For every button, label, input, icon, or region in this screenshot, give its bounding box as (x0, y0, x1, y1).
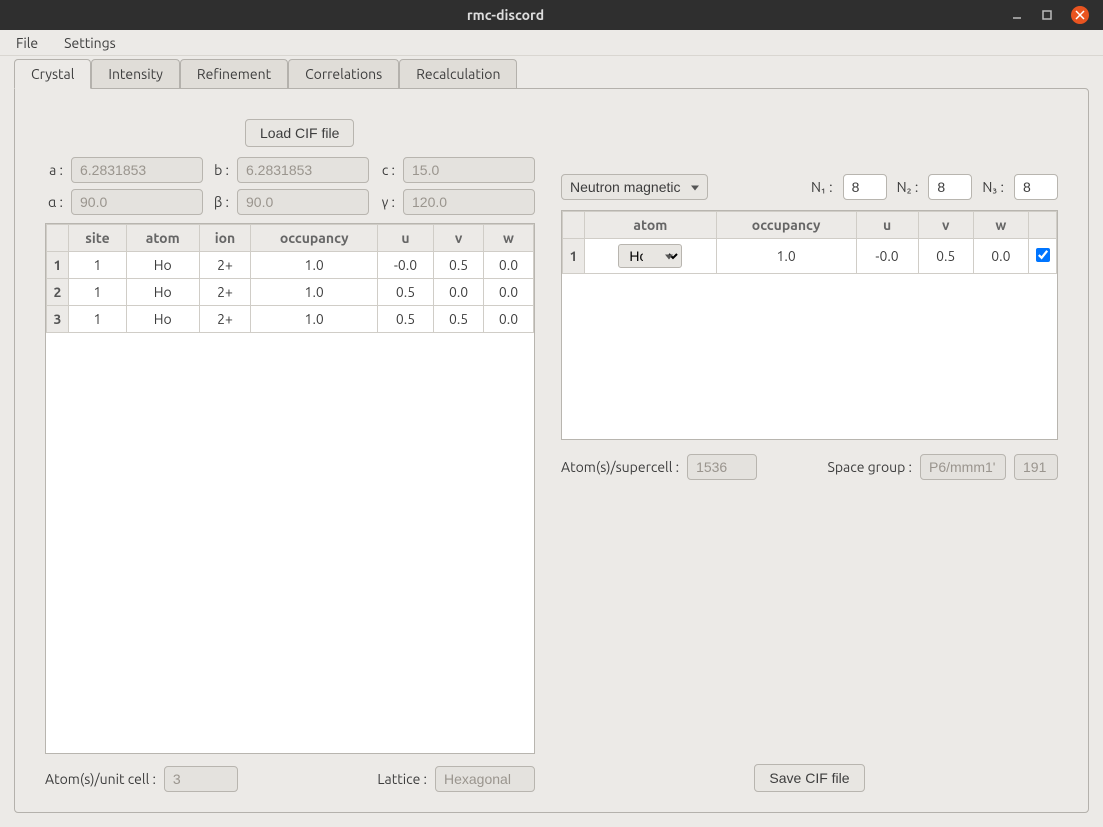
unit-cell-table[interactable]: site atom ion occupancy u v w 11Ho2+1.0-… (45, 223, 535, 754)
col2-v: v (918, 212, 973, 239)
n1-field[interactable] (843, 174, 887, 200)
col2-w: w (973, 212, 1028, 239)
save-cif-button[interactable]: Save CIF file (754, 764, 864, 792)
menu-file[interactable]: File (10, 33, 44, 53)
minimize-icon[interactable] (1011, 9, 1023, 21)
col-w: w (484, 225, 534, 252)
menubar: File Settings (0, 30, 1103, 56)
menu-settings[interactable]: Settings (58, 33, 122, 53)
n2-label: N₂ : (897, 179, 919, 195)
close-icon[interactable] (1071, 6, 1089, 24)
beta-label: β : (211, 194, 229, 210)
tab-recalculation[interactable]: Recalculation (399, 59, 517, 88)
atoms-supercell-field (687, 454, 757, 480)
col-ion: ion (199, 225, 251, 252)
table-row[interactable]: 11Ho2+1.0-0.00.50.0 (47, 252, 534, 279)
lattice-label: Lattice : (377, 771, 427, 787)
scattering-select[interactable]: Neutron magnetic (561, 174, 708, 200)
n1-label: N₁ : (811, 179, 833, 195)
beta-field (237, 189, 369, 215)
col-occupancy: occupancy (251, 225, 378, 252)
gamma-label: γ : (377, 194, 395, 210)
atoms-unit-label: Atom(s)/unit cell : (45, 771, 156, 787)
col-atom: atom (126, 225, 199, 252)
n2-field[interactable] (928, 174, 972, 200)
row-checkbox[interactable] (1036, 248, 1050, 262)
table-row[interactable]: 1Ho2+1.0-0.00.50.0 (563, 239, 1057, 274)
alpha-label: α : (45, 194, 63, 210)
a-label: a : (45, 162, 63, 178)
atoms-supercell-label: Atom(s)/supercell : (561, 459, 679, 475)
tab-panel-crystal: Load CIF file a : b : c : α : β : (14, 88, 1089, 813)
atoms-unit-field (164, 766, 238, 792)
tab-correlations[interactable]: Correlations (288, 59, 399, 88)
supercell-table[interactable]: atom occupancy u v w 1Ho2+1.0-0.00.50.0 (561, 210, 1058, 440)
col2-occupancy: occupancy (716, 212, 856, 239)
space-group-num-field (1014, 454, 1058, 480)
n3-label: N₃ : (982, 179, 1004, 195)
tab-refinement[interactable]: Refinement (180, 59, 288, 88)
load-cif-button[interactable]: Load CIF file (245, 119, 354, 147)
maximize-icon[interactable] (1041, 9, 1053, 21)
col2-u: u (856, 212, 918, 239)
b-field (237, 157, 369, 183)
col-site: site (69, 225, 127, 252)
table-row[interactable]: 21Ho2+1.00.50.00.0 (47, 279, 534, 306)
b-label: b : (211, 162, 229, 178)
col2-atom: atom (585, 212, 717, 239)
col-v: v (434, 225, 484, 252)
c-label: c : (377, 162, 395, 178)
c-field (403, 157, 535, 183)
alpha-field (71, 189, 203, 215)
window-title: rmc-discord (0, 7, 1011, 23)
tab-crystal[interactable]: Crystal (14, 59, 91, 89)
tab-intensity[interactable]: Intensity (91, 59, 180, 88)
title-bar: rmc-discord (0, 0, 1103, 30)
a-field (71, 157, 203, 183)
table-row[interactable]: 31Ho2+1.00.50.50.0 (47, 306, 534, 333)
tab-bar: Crystal Intensity Refinement Correlation… (14, 56, 1089, 88)
space-group-label: Space group : (828, 459, 913, 475)
col-u: u (377, 225, 433, 252)
space-group-field (920, 454, 1006, 480)
atom-select[interactable]: Ho2+ (618, 244, 682, 268)
lattice-field (435, 766, 535, 792)
gamma-field (403, 189, 535, 215)
n3-field[interactable] (1014, 174, 1058, 200)
